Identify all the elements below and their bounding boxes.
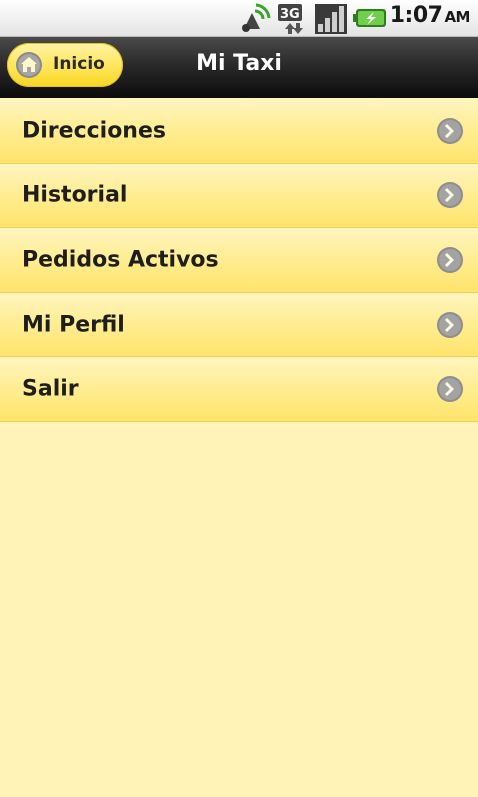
menu-item-pedidos-activos[interactable]: Pedidos Activos	[0, 228, 478, 293]
svg-text:3G: 3G	[280, 7, 300, 22]
menu-item-salir[interactable]: Salir	[0, 357, 478, 422]
main-menu: Direcciones Historial Pedidos Activos Mi…	[0, 99, 478, 422]
page-title: Mi Taxi	[196, 51, 282, 76]
chevron-right-icon	[437, 246, 463, 273]
chevron-right-icon	[437, 182, 463, 209]
menu-item-mi-perfil[interactable]: Mi Perfil	[0, 292, 478, 358]
chevron-right-icon	[437, 117, 463, 144]
menu-item-historial[interactable]: Historial	[0, 163, 478, 229]
3g-data-icon: 3G	[278, 4, 303, 34]
menu-item-label: Mi Perfil	[22, 312, 125, 338]
clock-time: 1:07	[389, 3, 443, 28]
menu-item-direcciones[interactable]: Direcciones	[0, 99, 478, 164]
battery-charging-icon	[353, 9, 386, 27]
chevron-right-icon	[437, 311, 463, 338]
chevron-right-icon	[437, 376, 463, 403]
menu-item-label: Pedidos Activos	[22, 247, 219, 273]
clock-ampm: AM	[444, 8, 470, 26]
menu-item-label: Direcciones	[22, 118, 166, 144]
status-bar: 3G 1:07 AM	[0, 0, 478, 37]
clock: 1:07 AM	[389, 3, 471, 28]
menu-item-label: Salir	[22, 376, 79, 402]
menu-item-label: Historial	[22, 182, 128, 208]
signal-strength-icon	[315, 4, 347, 34]
title-bar: Inicio Mi Taxi	[0, 37, 478, 98]
gps-icon	[242, 3, 271, 32]
